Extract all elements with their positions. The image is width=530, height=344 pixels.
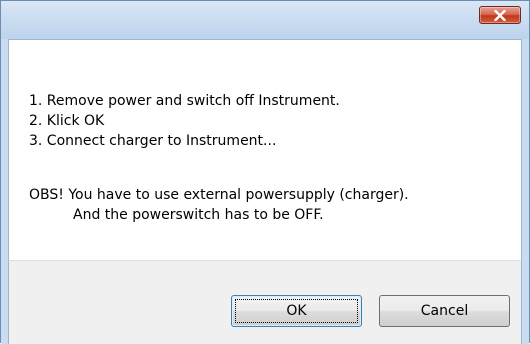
dialog-window: 1. Remove power and switch off Instrumen… (0, 0, 530, 344)
message-warning-line-1: OBS! You have to use external powersuppl… (29, 187, 409, 203)
button-bar: OK Cancel (8, 260, 522, 344)
title-bar[interactable] (1, 1, 529, 39)
close-icon (494, 10, 506, 21)
message-line-2: 2. Klick OK (29, 113, 105, 129)
message-warning-line-2: And the powerswitch has to be OFF. (73, 207, 324, 223)
message-area: 1. Remove power and switch off Instrumen… (8, 39, 522, 260)
focus-indicator (235, 299, 358, 323)
close-button[interactable] (479, 6, 521, 24)
message-line-1: 1. Remove power and switch off Instrumen… (29, 93, 340, 109)
cancel-button[interactable]: Cancel (379, 295, 510, 327)
cancel-button-label: Cancel (420, 303, 469, 319)
window-frame-left (1, 39, 8, 344)
message-line-3: 3. Connect charger to Instrument... (29, 133, 277, 149)
ok-button[interactable]: OK (231, 295, 362, 327)
window-frame-right (522, 39, 529, 344)
